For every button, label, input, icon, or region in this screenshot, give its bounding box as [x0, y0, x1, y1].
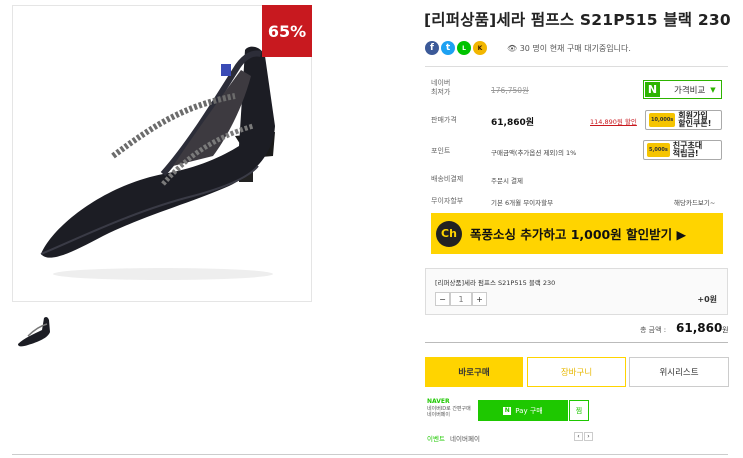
event-label: 이벤트: [427, 435, 445, 443]
total-label: 총 금액 :: [640, 326, 667, 334]
selected-option-box: [리퍼상품]세라 펌프스 S21P515 블랙 230 − 1 + +0원: [425, 268, 728, 315]
total-price: 61,860: [676, 321, 723, 335]
eye-icon: 👁: [507, 44, 518, 53]
facebook-icon[interactable]: f: [425, 41, 439, 55]
signup-coupon-banner[interactable]: 10,000s 회원가입 할인쿠폰!: [645, 110, 722, 130]
pager-next-button[interactable]: ›: [584, 432, 593, 441]
line-icon[interactable]: L: [457, 41, 471, 55]
share-bar: f t L K: [425, 41, 487, 55]
coupon-tag: 5,000s: [647, 143, 670, 157]
npay-desc: 네이버ID로 간편구매 네이버페이: [427, 406, 471, 418]
total-unit: 원: [722, 326, 729, 334]
shipping-label: 배송비결제: [431, 175, 464, 183]
msrp-value: 176,750원: [491, 86, 529, 95]
cart-button[interactable]: 장바구니: [527, 357, 626, 387]
ch-logo-icon: Ch: [436, 220, 462, 247]
product-thumbnail[interactable]: [14, 310, 54, 350]
qty-input[interactable]: 1: [450, 292, 472, 306]
npay-n-icon: N: [503, 406, 512, 415]
alt-price: 114,890원 할인: [590, 118, 637, 126]
card-benefit-link[interactable]: 해당카드보기~: [674, 197, 715, 207]
banner-text: 폭풍소싱 추가하고 1,000원 할인받기 ▶: [470, 227, 687, 242]
sale-price: 61,860원: [491, 118, 535, 128]
installment-label: 무이자할부: [431, 197, 464, 205]
option-extra-price: +0원: [697, 295, 717, 304]
event-pager: ‹ ›: [574, 432, 593, 441]
pager-prev-button[interactable]: ‹: [574, 432, 583, 441]
friend-invite-banner[interactable]: 5,000s 친구초대 적립금!: [643, 140, 722, 160]
quantity-stepper: − 1 +: [435, 292, 487, 306]
viewers-status: 👁 30 명이 현재 구매 대기중입니다.: [507, 43, 631, 54]
dropdown-arrow-icon: ▼: [710, 85, 716, 94]
option-name: [리퍼상품]세라 펌프스 S21P515 블랙 230: [435, 279, 556, 287]
discount-badge: 65%: [262, 5, 312, 57]
coupon-text: 친구초대 적립금!: [672, 141, 703, 158]
viewers-text: 30 명이 현재 구매 대기중입니다.: [519, 44, 631, 53]
coupon-text: 회원가입 할인쿠폰!: [678, 111, 712, 128]
buy-now-button[interactable]: 바로구매: [425, 357, 523, 387]
npay-label: Pay 구매: [515, 406, 543, 415]
divider: [425, 342, 728, 343]
naver-zzim-button[interactable]: 찜: [569, 400, 589, 421]
sourcing-promo-banner[interactable]: Ch 폭풍소싱 추가하고 1,000원 할인받기 ▶: [431, 213, 723, 254]
compare-label: 가격비교: [674, 85, 706, 96]
divider: [425, 66, 728, 67]
product-title: [리퍼상품]세라 펌프스 S21P515 블랙 230: [424, 11, 731, 29]
qty-plus-button[interactable]: +: [472, 292, 487, 306]
naver-n-icon: N: [645, 82, 660, 97]
twitter-icon[interactable]: t: [441, 41, 455, 55]
qty-minus-button[interactable]: −: [435, 292, 450, 306]
naver-brand: NAVER: [427, 398, 450, 405]
kakaostory-icon[interactable]: K: [473, 41, 487, 55]
point-label: 포인트: [431, 147, 451, 155]
naver-pay-button[interactable]: N Pay 구매: [478, 400, 568, 421]
naver-compare-button[interactable]: N 가격비교 ▼: [643, 80, 722, 99]
bottom-divider: [12, 454, 728, 455]
coupon-tag: 10,000s: [649, 113, 676, 127]
wishlist-button[interactable]: 위시리스트: [629, 357, 729, 387]
sale-label: 판매가격: [431, 116, 457, 124]
npay-event-link[interactable]: 이벤트 네이버페이: [427, 433, 480, 443]
installment-value: 기본 6개월 무이자할부: [491, 199, 554, 207]
msrp-label: 네이버 최저가: [431, 79, 451, 96]
point-value: 구매금액(추가옵션 제외)의 1%: [491, 149, 577, 157]
shipping-value: 주문시 결제: [491, 177, 523, 185]
event-text: 네이버페이: [450, 435, 480, 443]
